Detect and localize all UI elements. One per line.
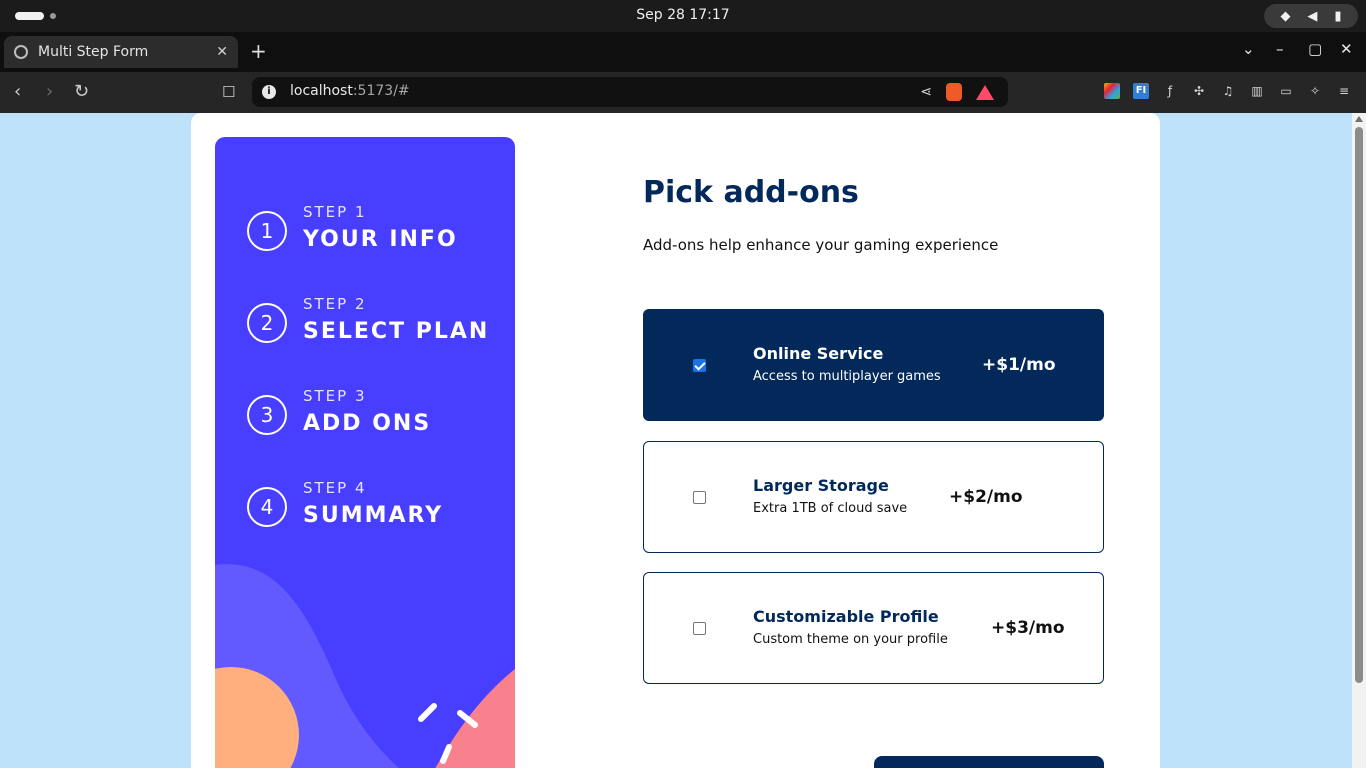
- leo-ai-icon[interactable]: ✧: [1307, 83, 1323, 99]
- window-close-button[interactable]: ✕: [1340, 40, 1353, 58]
- tab-search-chevron-icon[interactable]: ⌄: [1242, 40, 1255, 58]
- extensions-puzzle-icon[interactable]: ✣: [1191, 83, 1207, 99]
- os-top-bar: Sep 28 17:17 ◆ ◀ ▮: [0, 0, 1366, 32]
- next-step-button[interactable]: [874, 756, 1104, 768]
- tab-title: Multi Step Form: [38, 44, 149, 60]
- step-label: STEP 3: [303, 387, 367, 405]
- step-number: 3: [247, 395, 287, 435]
- os-clock[interactable]: Sep 28 17:17: [0, 0, 1366, 32]
- scrollbar-thumb[interactable]: [1355, 127, 1363, 683]
- brave-shields-icon[interactable]: [946, 83, 962, 101]
- addon-name: Online Service: [753, 344, 884, 363]
- addon-online-service[interactable]: Online Service Access to multiplayer gam…: [643, 309, 1104, 421]
- addon-description: Extra 1TB of cloud save: [753, 501, 908, 516]
- page-title: Pick add-ons: [643, 175, 859, 210]
- page-viewport: 1 STEP 1 YOUR INFO 2 STEP 2 SELECT PLAN …: [0, 113, 1352, 768]
- system-tray[interactable]: ◆ ◀ ▮: [1264, 4, 1358, 28]
- step-label: STEP 2: [303, 295, 367, 313]
- sidebar-toggle-icon[interactable]: ▥: [1249, 83, 1265, 99]
- fi-extension-icon[interactable]: FI: [1133, 83, 1149, 99]
- addon-price: +$3/mo: [991, 618, 1065, 638]
- maximize-button[interactable]: ▢: [1308, 40, 1322, 58]
- step-title: YOUR INFO: [303, 227, 458, 252]
- addon-price: +$2/mo: [949, 487, 1023, 507]
- addon-larger-storage[interactable]: Larger Storage Extra 1TB of cloud save +…: [643, 441, 1104, 553]
- scroll-up-arrow-icon[interactable]: [1355, 116, 1363, 122]
- step-number: 4: [247, 487, 287, 527]
- back-button[interactable]: ‹: [14, 82, 21, 102]
- addon-price: +$1/mo: [982, 355, 1056, 375]
- minimize-button[interactable]: –: [1276, 40, 1284, 58]
- browser-toolbar: ‹ › ↻ ☐ i localhost:5173/# ⋖ FI ƒ ✣ ♫ ▥ …: [0, 72, 1366, 113]
- step-number: 1: [247, 211, 287, 251]
- colorzilla-extension-icon[interactable]: [1104, 83, 1120, 99]
- step-title: SELECT PLAN: [303, 319, 490, 344]
- addon-checkbox[interactable]: [693, 359, 706, 372]
- step-title: SUMMARY: [303, 503, 444, 528]
- site-info-icon[interactable]: i: [262, 85, 276, 99]
- new-tab-button[interactable]: +: [250, 40, 267, 62]
- address-bar[interactable]: i localhost:5173/# ⋖: [252, 77, 1008, 107]
- browser-tab-strip: Multi Step Form ✕ + ⌄ – ▢ ✕: [0, 32, 1366, 72]
- brave-rewards-icon[interactable]: [976, 84, 994, 100]
- forward-button[interactable]: ›: [46, 82, 53, 102]
- media-icon[interactable]: ♫: [1220, 83, 1236, 99]
- addon-description: Custom theme on your profile: [753, 632, 948, 647]
- wifi-icon: ◆: [1280, 8, 1291, 24]
- step-title: ADD ONS: [303, 411, 432, 436]
- addon-name: Larger Storage: [753, 476, 889, 495]
- globe-icon: [14, 45, 28, 59]
- step-label: STEP 4: [303, 479, 367, 497]
- battery-icon: ▮: [1334, 8, 1342, 24]
- volume-icon: ◀: [1307, 8, 1318, 24]
- menu-icon[interactable]: ≡: [1336, 83, 1352, 99]
- addon-description: Access to multiplayer games: [753, 369, 941, 384]
- steps-sidebar: 1 STEP 1 YOUR INFO 2 STEP 2 SELECT PLAN …: [215, 137, 515, 768]
- addon-customizable-profile[interactable]: Customizable Profile Custom theme on you…: [643, 572, 1104, 684]
- addon-name: Customizable Profile: [753, 607, 939, 626]
- url-host: localhost: [290, 83, 353, 99]
- step-number: 2: [247, 303, 287, 343]
- tab-close-icon[interactable]: ✕: [216, 44, 228, 60]
- addon-checkbox[interactable]: [693, 491, 706, 504]
- url-path: :5173/#: [352, 83, 410, 99]
- wallet-icon[interactable]: ▭: [1278, 83, 1294, 99]
- share-icon[interactable]: ⋖: [920, 84, 932, 100]
- bookmark-icon[interactable]: ☐: [222, 82, 235, 102]
- reload-button[interactable]: ↻: [74, 82, 89, 102]
- browser-tab[interactable]: Multi Step Form ✕: [4, 36, 238, 68]
- url-text[interactable]: localhost:5173/#: [290, 83, 410, 99]
- addon-checkbox[interactable]: [693, 622, 706, 635]
- step-label: STEP 1: [303, 203, 367, 221]
- font-extension-icon[interactable]: ƒ: [1162, 83, 1178, 99]
- page-scrollbar[interactable]: [1352, 113, 1366, 768]
- page-subtitle: Add-ons help enhance your gaming experie…: [643, 236, 999, 254]
- form-card: 1 STEP 1 YOUR INFO 2 STEP 2 SELECT PLAN …: [191, 113, 1160, 768]
